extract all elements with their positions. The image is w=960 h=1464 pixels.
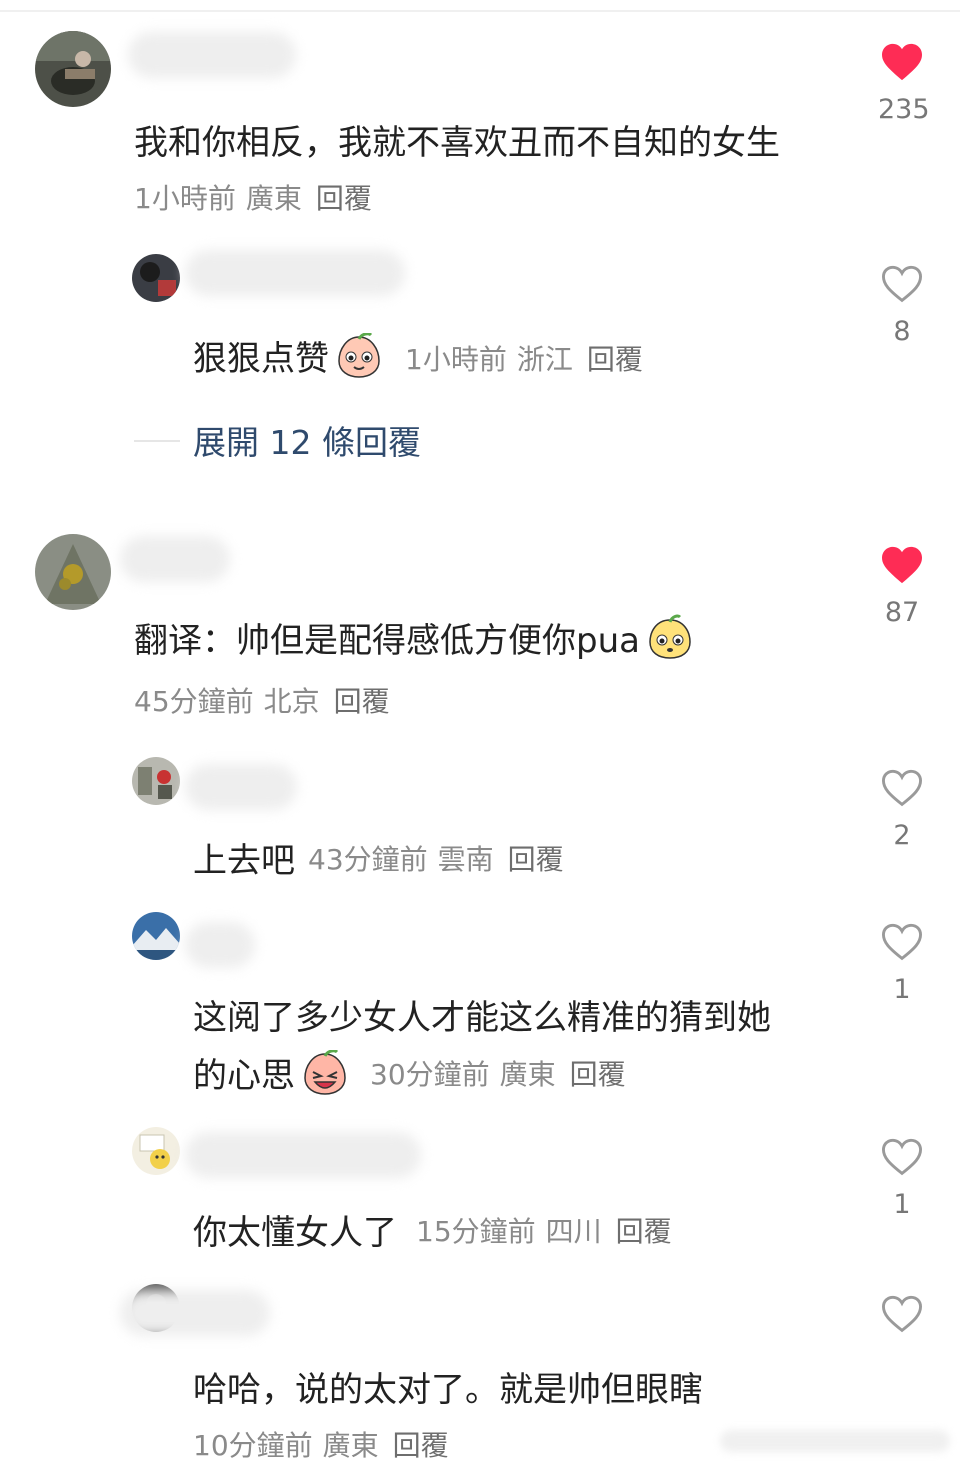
comment-time: 1小時前 (405, 343, 507, 376)
avatar[interactable] (35, 534, 111, 610)
expand-divider (134, 440, 180, 442)
reply-button[interactable]: 回覆 (616, 1215, 672, 1248)
username-blurred[interactable] (185, 922, 255, 968)
heart-outline-icon[interactable] (880, 1137, 924, 1177)
comment-meta: 15分鐘前 四川 回覆 (416, 1210, 672, 1250)
reply-button[interactable]: 回覆 (587, 343, 643, 376)
like-control[interactable]: 2 (878, 768, 926, 851)
heart-filled-icon[interactable] (880, 42, 924, 82)
like-control[interactable]: 87 (878, 545, 926, 628)
username-blurred[interactable] (185, 764, 297, 810)
reply-button[interactable]: 回覆 (393, 1429, 449, 1462)
username-blurred[interactable] (185, 1132, 421, 1178)
comment-text-content: 的心思 (193, 1056, 295, 1096)
username-blurred[interactable] (120, 1290, 270, 1336)
like-count: 8 (893, 316, 911, 347)
comment-location: 廣東 (322, 1429, 379, 1462)
comment-location: 廣東 (499, 1058, 556, 1091)
comment-text-line2: 的心思 (193, 1048, 349, 1105)
comment-time: 45分鐘前 (134, 685, 254, 718)
avatar[interactable] (35, 31, 111, 107)
comment-text-content: 狠狠点赞 (193, 339, 329, 379)
heart-outline-icon[interactable] (880, 922, 924, 962)
comment-text: 哈哈，说的太对了。就是帅但眼瞎 (193, 1370, 703, 1410)
comment-location: 雲南 (437, 843, 494, 876)
comment-text: 我和你相反，我就不喜欢丑而不自知的女生 (134, 123, 780, 163)
yellow-face-emoji (646, 614, 694, 671)
comment-text: 你太懂女人了 (193, 1213, 397, 1253)
reply-button[interactable]: 回覆 (570, 1058, 626, 1091)
comment-time: 10分鐘前 (193, 1429, 313, 1462)
avatar[interactable] (132, 1127, 180, 1175)
peach-smile-emoji (335, 332, 383, 388)
comment-time: 43分鐘前 (308, 843, 428, 876)
heart-outline-icon[interactable] (880, 1294, 924, 1334)
comment-meta: 43分鐘前 雲南 回覆 (308, 838, 564, 878)
reply-button[interactable]: 回覆 (508, 843, 564, 876)
heart-outline-icon[interactable] (880, 264, 924, 304)
expand-replies-link[interactable]: 展開 12 條回覆 (193, 416, 421, 464)
like-count: 2 (893, 820, 911, 851)
like-control[interactable] (878, 1294, 926, 1346)
comment-text: 这阅了多少女人才能这么精准的猜到她 (193, 998, 771, 1038)
comment-meta: 30分鐘前 廣東 回覆 (370, 1053, 626, 1093)
comment-text: 上去吧 (193, 841, 295, 881)
comment-time: 30分鐘前 (370, 1058, 490, 1091)
comment-location: 廣東 (245, 182, 302, 215)
username-blurred[interactable] (185, 250, 405, 296)
like-control[interactable]: 1 (878, 1137, 926, 1220)
top-divider (0, 10, 960, 12)
comment-meta: 1小時前 浙江 回覆 (405, 338, 643, 378)
comment-text-content: 翻译：帅但是配得感低方便你pua (134, 621, 640, 661)
comment-time: 15分鐘前 (416, 1215, 536, 1248)
avatar[interactable] (132, 912, 180, 960)
comment-location: 北京 (263, 685, 320, 718)
peach-laugh-emoji (301, 1049, 349, 1105)
heart-filled-icon[interactable] (880, 545, 924, 585)
watermark (720, 1430, 950, 1452)
comment-time: 1小時前 (134, 182, 236, 215)
avatar[interactable] (132, 254, 180, 302)
like-count: 1 (893, 1189, 911, 1220)
like-count: 235 (878, 94, 930, 125)
like-control[interactable]: 235 (878, 42, 930, 125)
like-count: 1 (893, 974, 911, 1005)
comment-meta: 1小時前 廣東 回覆 (134, 177, 372, 217)
comment-location: 四川 (545, 1215, 602, 1248)
reply-button[interactable]: 回覆 (316, 182, 372, 215)
like-control[interactable]: 8 (878, 264, 926, 347)
reply-button[interactable]: 回覆 (334, 685, 390, 718)
username-blurred[interactable] (128, 32, 296, 78)
like-control[interactable]: 1 (878, 922, 926, 1005)
comment-text: 狠狠点赞 (193, 331, 383, 388)
comment-location: 浙江 (516, 343, 573, 376)
avatar[interactable] (132, 757, 180, 805)
heart-outline-icon[interactable] (880, 768, 924, 808)
username-blurred[interactable] (120, 536, 230, 582)
comment-meta: 10分鐘前 廣東 回覆 (193, 1424, 449, 1464)
comment-text: 翻译：帅但是配得感低方便你pua (134, 613, 694, 671)
comment-meta: 45分鐘前 北京 回覆 (134, 680, 390, 720)
like-count: 87 (884, 597, 920, 628)
